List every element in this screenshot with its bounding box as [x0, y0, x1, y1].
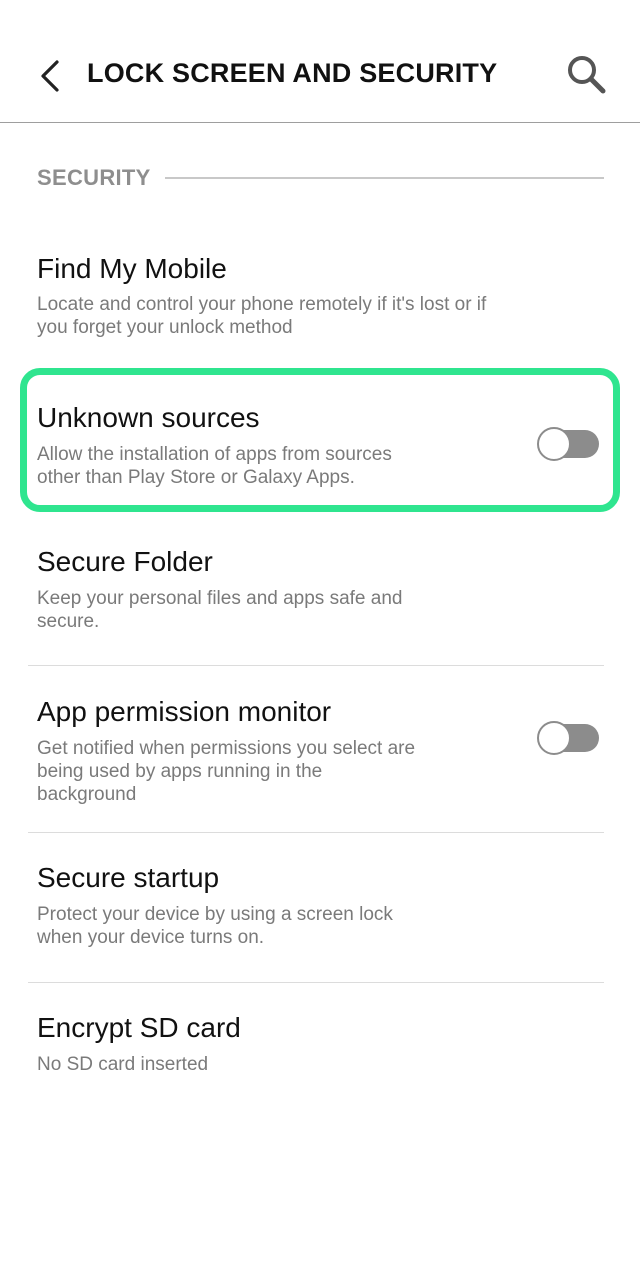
setting-item-encrypt-sd-card[interactable]: Encrypt SD card No SD card inserted — [0, 983, 640, 1093]
setting-item-unknown-sources[interactable]: Unknown sources Allow the installation o… — [0, 382, 640, 504]
setting-description: Keep your personal files and apps safe a… — [37, 588, 403, 632]
setting-description: No SD card inserted — [37, 1054, 209, 1075]
search-icon — [568, 56, 606, 94]
setting-title: Encrypt SD card — [37, 1012, 241, 1043]
section-divider — [164, 177, 604, 179]
setting-title: Secure Folder — [37, 546, 213, 577]
setting-title: Secure startup — [37, 862, 220, 893]
setting-title: Unknown sources — [37, 402, 260, 433]
unknown-sources-toggle[interactable] — [537, 427, 599, 461]
setting-item-app-permission-monitor[interactable]: App permission monitor Get notified when… — [0, 666, 640, 832]
setting-item-secure-folder[interactable]: Secure Folder Keep your personal files a… — [0, 527, 640, 665]
setting-description: Protect your device by using a screen lo… — [37, 904, 393, 948]
setting-item-find-my-mobile[interactable]: Find My Mobile Locate and control your p… — [0, 236, 640, 360]
toggle-knob — [537, 427, 571, 461]
setting-description: Get notified when permissions you select… — [37, 738, 416, 805]
back-button[interactable] — [28, 52, 72, 100]
page-title: LOCK SCREEN AND SECURITY — [87, 58, 498, 88]
app-bar: LOCK SCREEN AND SECURITY — [0, 0, 640, 123]
section-label: SECURITY — [37, 165, 151, 190]
back-arrow-icon — [41, 60, 59, 92]
section-header-security: SECURITY — [37, 163, 604, 193]
setting-item-secure-startup[interactable]: Secure startup Protect your device by us… — [0, 833, 640, 982]
setting-description: Allow the installation of apps from sour… — [37, 444, 392, 488]
setting-title: App permission monitor — [37, 696, 332, 727]
setting-description: Locate and control your phone remotely i… — [37, 294, 487, 338]
setting-title: Find My Mobile — [37, 253, 227, 284]
app-permission-monitor-toggle[interactable] — [537, 721, 599, 755]
toggle-knob — [537, 721, 571, 755]
search-button[interactable] — [560, 48, 612, 100]
